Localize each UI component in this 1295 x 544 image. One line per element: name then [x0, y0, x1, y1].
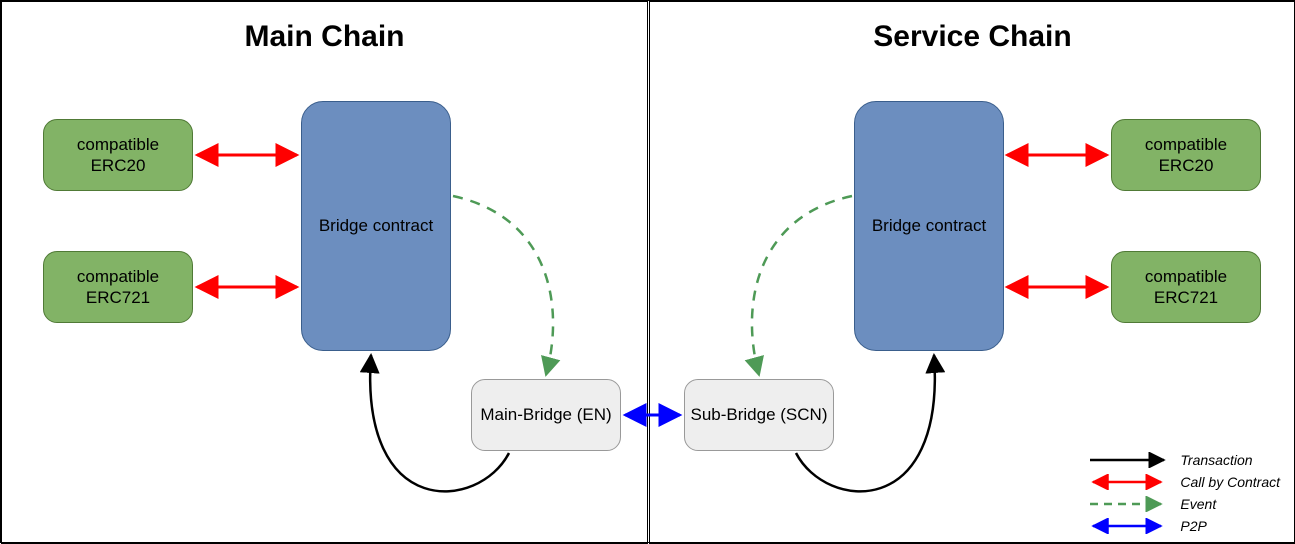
legend-label-contract: Call by Contract: [1180, 474, 1280, 490]
bridge-contract-left-node: Bridge contract: [301, 101, 451, 351]
legend-row-contract: Call by Contract: [1088, 474, 1280, 490]
erc20-right-node: compatible ERC20: [1111, 119, 1261, 191]
sub-bridge-node: Sub-Bridge (SCN): [684, 379, 834, 451]
main-chain-title: Main Chain: [2, 20, 647, 54]
sub-bridge-label: Sub-Bridge (SCN): [691, 404, 828, 425]
legend-row-event: Event: [1088, 496, 1280, 512]
erc20-left-node: compatible ERC20: [43, 119, 193, 191]
erc721-left-label: compatible ERC721: [48, 266, 188, 309]
erc20-left-label: compatible ERC20: [48, 134, 188, 177]
legend-swatch-p2p: [1088, 518, 1168, 534]
legend-row-p2p: P2P: [1088, 518, 1280, 534]
legend-label-event: Event: [1180, 496, 1216, 512]
bridge-contract-right-label: Bridge contract: [872, 216, 986, 236]
main-bridge-label: Main-Bridge (EN): [480, 404, 611, 425]
service-chain-title: Service Chain: [650, 20, 1295, 54]
erc721-left-node: compatible ERC721: [43, 251, 193, 323]
legend-label-transaction: Transaction: [1180, 452, 1252, 468]
legend: Transaction Call by Contract: [1088, 452, 1280, 534]
erc20-right-label: compatible ERC20: [1116, 134, 1256, 177]
legend-swatch-transaction: [1088, 452, 1168, 468]
main-bridge-node: Main-Bridge (EN): [471, 379, 621, 451]
legend-swatch-event: [1088, 496, 1168, 512]
bridge-contract-right-node: Bridge contract: [854, 101, 1004, 351]
legend-label-p2p: P2P: [1180, 518, 1206, 534]
legend-swatch-contract: [1088, 474, 1168, 490]
legend-row-transaction: Transaction: [1088, 452, 1280, 468]
diagram-canvas: Main Chain Service Chain compatible ERC2…: [0, 0, 1295, 543]
bridge-contract-left-label: Bridge contract: [319, 216, 433, 236]
erc721-right-label: compatible ERC721: [1116, 266, 1256, 309]
erc721-right-node: compatible ERC721: [1111, 251, 1261, 323]
